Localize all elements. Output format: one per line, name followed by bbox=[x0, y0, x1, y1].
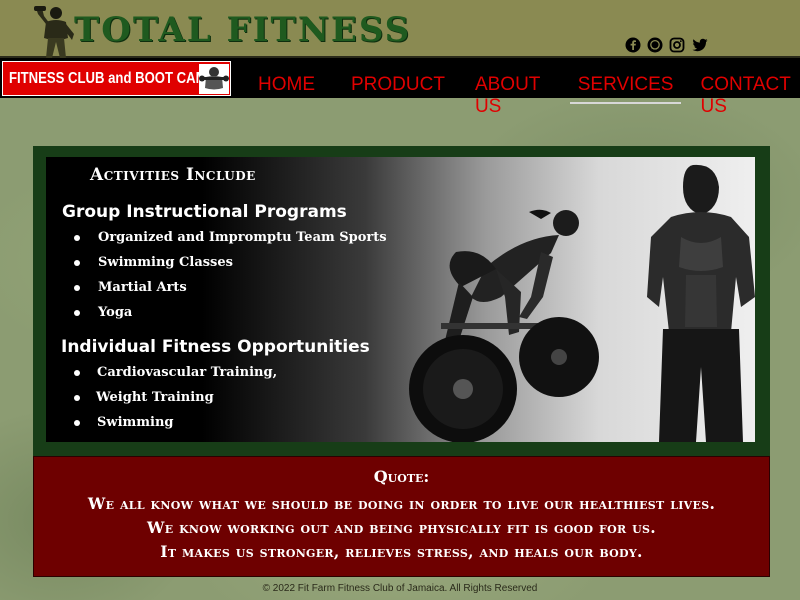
club-banner[interactable]: FITNESS CLUB and BOOT CAMP bbox=[2, 61, 231, 96]
list-item: Yoga bbox=[46, 304, 387, 329]
nav-services[interactable]: SERVICES bbox=[569, 74, 682, 104]
activities-card: Activities Include Group Instructional P… bbox=[46, 157, 755, 442]
instagram-icon[interactable] bbox=[669, 37, 685, 53]
social-links bbox=[625, 37, 709, 53]
quote-line: We know working out and being physically… bbox=[146, 518, 656, 537]
club-banner-text: FITNESS CLUB and BOOT CAMP bbox=[9, 70, 216, 87]
twitter-icon[interactable] bbox=[691, 37, 709, 53]
site-header: TOTAL FITNESS bbox=[0, 0, 800, 58]
activities-heading: Activities Include bbox=[90, 165, 256, 185]
nav-home[interactable]: HOME bbox=[250, 74, 323, 118]
quote-line: It makes us stronger, relieves stress, a… bbox=[160, 542, 643, 561]
nav-about-us[interactable]: ABOUT US bbox=[467, 74, 556, 118]
individual-fitness-list: Cardiovascular Training, Weight Training… bbox=[46, 364, 277, 439]
list-item: Cardiovascular Training, bbox=[46, 364, 277, 389]
bodybuilder-logo-icon bbox=[34, 6, 74, 58]
whatsapp-icon[interactable] bbox=[647, 37, 663, 53]
list-item: Organized and Impromptu Team Sports bbox=[46, 229, 387, 254]
group-programs-list: Organized and Impromptu Team Sports Swim… bbox=[46, 229, 387, 329]
individual-fitness-title: Individual Fitness Opportunities bbox=[61, 337, 370, 357]
group-programs-title: Group Instructional Programs bbox=[62, 202, 347, 222]
quote-title: Quote: bbox=[373, 467, 430, 486]
list-item: Weight Training bbox=[46, 389, 277, 414]
facebook-icon[interactable] bbox=[625, 37, 641, 53]
quote-section: Quote: We all know what we should be doi… bbox=[33, 456, 770, 577]
nav-contact-us[interactable]: CONTACT US bbox=[692, 74, 800, 118]
brand-title[interactable]: TOTAL FITNESS bbox=[74, 10, 411, 50]
list-item: Swimming Classes bbox=[46, 254, 387, 279]
quote-line: We all know what we should be doing in o… bbox=[87, 494, 716, 513]
list-item: Swimming bbox=[46, 414, 277, 439]
athletes-image bbox=[409, 164, 755, 442]
main-nav: HOME PRODUCT ABOUT US SERVICES CONTACT U… bbox=[250, 74, 800, 118]
footer-copyright: © 2022 Fit Farm Fitness Club of Jamaica.… bbox=[262, 583, 538, 594]
nav-product[interactable]: PRODUCT bbox=[343, 74, 453, 118]
activities-panel: Activities Include Group Instructional P… bbox=[33, 146, 770, 456]
mascot-icon bbox=[199, 64, 229, 94]
list-item: Martial Arts bbox=[46, 279, 387, 304]
